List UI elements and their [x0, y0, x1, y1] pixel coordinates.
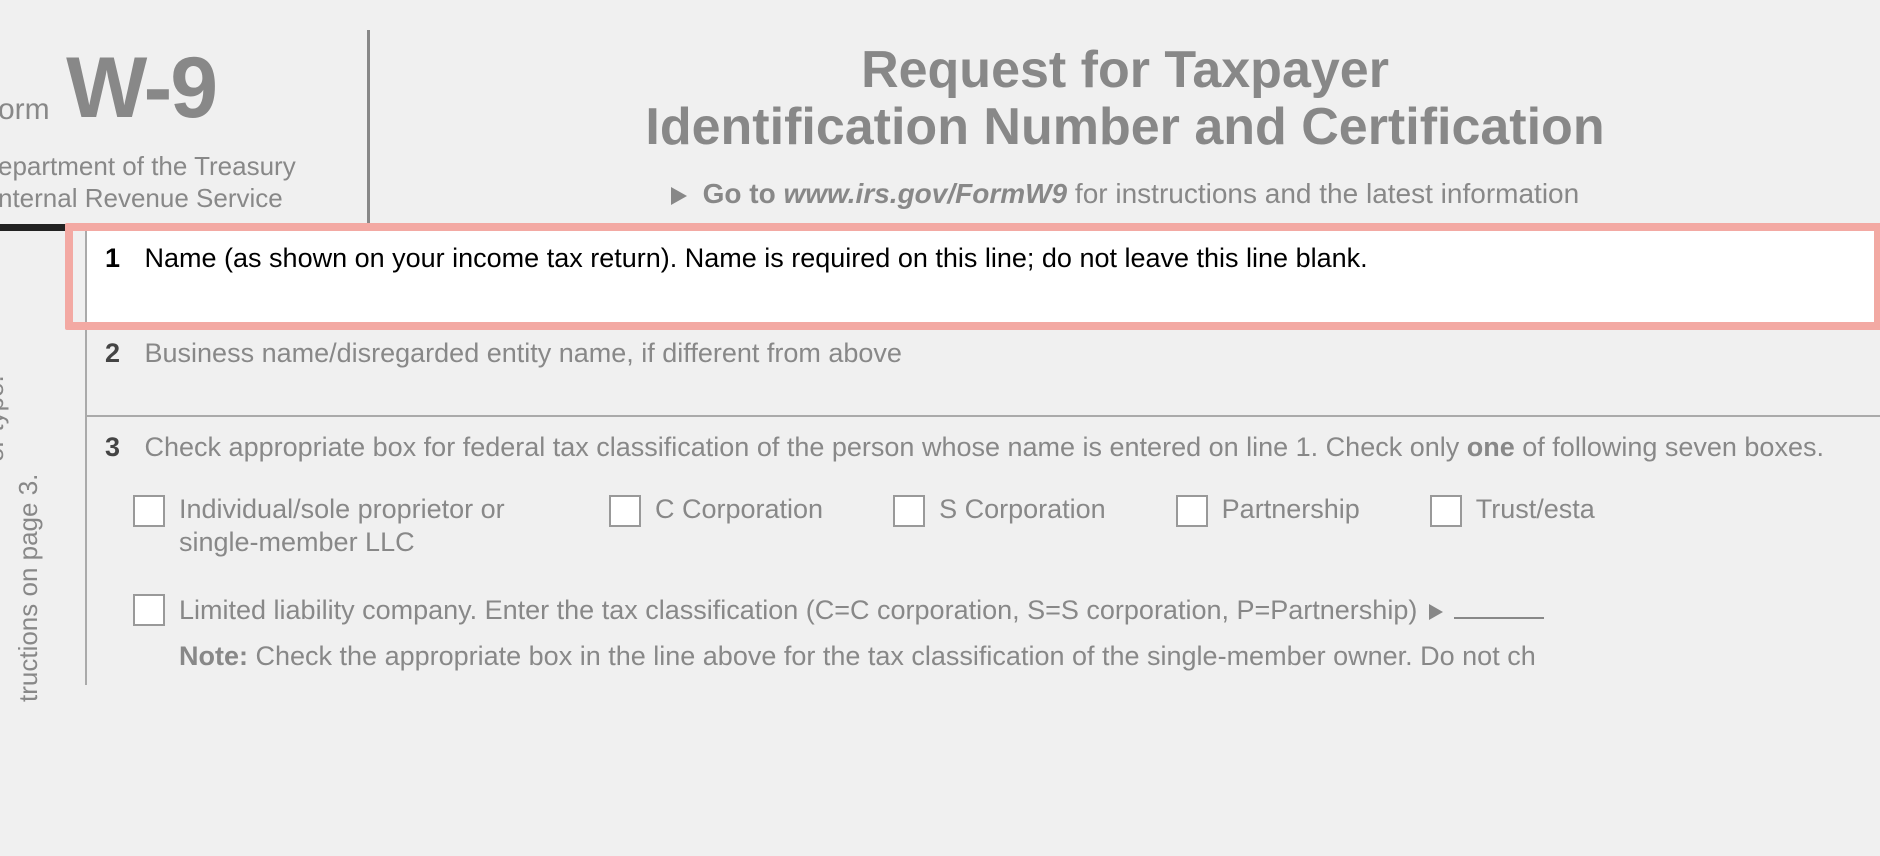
note-text: Check the appropriate box in the line ab… — [248, 641, 1536, 671]
goto-suffix: for instructions and the latest informat… — [1075, 178, 1579, 209]
side-text-2: tructions on page 3. — [13, 473, 44, 701]
classification-checkbox-row: Individual/sole proprietor or single-mem… — [105, 493, 1862, 558]
form-header: orm W-9 epartment of the Treasury nterna… — [0, 0, 1880, 224]
row-3-text-part1: Check appropriate box for federal tax cl… — [145, 432, 1467, 462]
form-title-line1: Request for Taxpayer — [370, 42, 1880, 99]
checkbox-box-icon[interactable] — [893, 495, 925, 527]
side-text-1: or type. — [0, 375, 10, 462]
highlight-border — [65, 223, 1880, 330]
checkbox-s-corp-label: S Corporation — [939, 493, 1106, 525]
checkbox-c-corp-label: C Corporation — [655, 493, 823, 525]
checkbox-trust-label: Trust/esta — [1476, 493, 1595, 525]
checkbox-box-icon[interactable] — [609, 495, 641, 527]
checkbox-box-icon[interactable] — [1430, 495, 1462, 527]
dept-line-1: epartment of the Treasury — [0, 151, 367, 182]
llc-note: Note: Check the appropriate box in the l… — [105, 638, 1862, 674]
row-3-classification: 3 Check appropriate box for federal tax … — [87, 417, 1880, 685]
row-3-bold: one — [1467, 432, 1515, 462]
row-1-name[interactable]: 1 Name (as shown on your income tax retu… — [87, 231, 1880, 326]
form-code: W-9 — [66, 50, 216, 127]
checkbox-box-icon[interactable] — [133, 594, 165, 626]
row-3-number: 3 — [105, 429, 137, 465]
header-left-block: orm W-9 epartment of the Treasury nterna… — [0, 30, 370, 224]
header-right-block: Request for Taxpayer Identification Numb… — [370, 30, 1880, 210]
row-2-business-name[interactable]: 2 Business name/disregarded entity name,… — [87, 326, 1880, 417]
row-1-number: 1 — [105, 243, 137, 274]
row-2-text: Business name/disregarded entity name, i… — [145, 338, 902, 368]
checkbox-box-icon[interactable] — [1176, 495, 1208, 527]
checkbox-box-icon[interactable] — [133, 495, 165, 527]
form-body: or type. tructions on page 3. 1 Name (as… — [0, 224, 1880, 685]
checkbox-partnership[interactable]: Partnership — [1176, 493, 1360, 527]
w9-form-page: orm W-9 epartment of the Treasury nterna… — [0, 0, 1880, 856]
row-2-number: 2 — [105, 338, 137, 369]
arrow-right-icon — [1429, 604, 1443, 620]
note-bold: Note: — [179, 641, 248, 671]
checkbox-c-corp[interactable]: C Corporation — [609, 493, 823, 527]
row-3-instruction: 3 Check appropriate box for federal tax … — [105, 429, 1862, 465]
goto-prefix: Go to — [703, 178, 776, 209]
department-lines: epartment of the Treasury nternal Revenu… — [0, 151, 367, 213]
row-1-text: Name (as shown on your income tax return… — [145, 243, 1368, 273]
row-3-text-part2: of following seven boxes. — [1515, 432, 1824, 462]
checkbox-individual-label: Individual/sole proprietor or single-mem… — [179, 493, 539, 558]
fields-column: 1 Name (as shown on your income tax retu… — [85, 231, 1880, 685]
goto-url: www.irs.gov/FormW9 — [783, 178, 1067, 209]
llc-text: Limited liability company. Enter the tax… — [179, 592, 1862, 628]
checkbox-llc-row[interactable]: Limited liability company. Enter the tax… — [105, 592, 1862, 628]
checkbox-trust-estate[interactable]: Trust/esta — [1430, 493, 1595, 527]
checkbox-partnership-label: Partnership — [1222, 493, 1360, 525]
checkbox-individual[interactable]: Individual/sole proprietor or single-mem… — [133, 493, 539, 558]
form-title-line2: Identification Number and Certification — [370, 99, 1880, 156]
llc-classification-input[interactable] — [1454, 617, 1544, 619]
goto-instruction: Go to www.irs.gov/FormW9 for instruction… — [370, 178, 1880, 210]
form-word: orm — [0, 93, 50, 127]
checkbox-s-corp[interactable]: S Corporation — [893, 493, 1106, 527]
arrow-right-icon — [671, 187, 687, 205]
dept-line-2: nternal Revenue Service — [0, 183, 367, 214]
llc-label: Limited liability company. Enter the tax… — [179, 595, 1417, 625]
